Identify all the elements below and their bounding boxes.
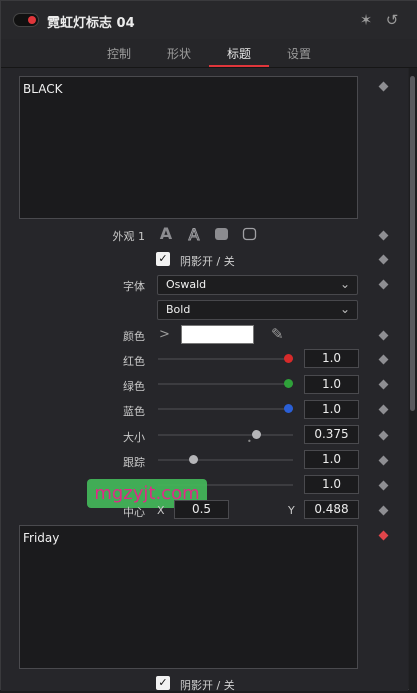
- tracking-label: 跟踪: [123, 456, 145, 469]
- toggle-dot: [28, 16, 36, 24]
- blue-slider-knob[interactable]: [284, 404, 293, 413]
- magic-wand-icon[interactable]: ✶: [356, 10, 376, 30]
- text-fill-icon[interactable]: A: [158, 225, 174, 243]
- shadow-checkbox[interactable]: ✓: [156, 252, 170, 266]
- chevron-down-icon: ⌄: [339, 277, 350, 291]
- font-label: 字体: [123, 280, 145, 293]
- green-value-input[interactable]: 1.0: [304, 375, 359, 394]
- center-y-label: Y: [288, 504, 295, 517]
- rounded-outline-icon[interactable]: [242, 225, 258, 243]
- font-dropdown[interactable]: Oswald ⌄: [157, 275, 358, 295]
- shadow-checkbox-2[interactable]: ✓: [156, 676, 170, 690]
- tab-bar: 控制 形状 标题 设置: [1, 39, 417, 68]
- blue-label: 蓝色: [123, 405, 145, 418]
- green-label: 绿色: [123, 380, 145, 393]
- red-slider-knob[interactable]: [284, 354, 293, 363]
- chevron-down-icon: ⌄: [339, 302, 350, 316]
- blue-value-input[interactable]: 1.0: [304, 400, 359, 419]
- font-weight-dropdown[interactable]: Bold ⌄: [157, 300, 358, 320]
- red-slider-track[interactable]: [158, 358, 293, 360]
- eyedropper-icon[interactable]: ✎: [271, 325, 284, 343]
- inspector-panel: 霓虹灯标志 04 ✶ ↺ 控制 形状 标题 设置 BLACK 外观 1 A A …: [0, 0, 417, 692]
- tab-controls[interactable]: 控制: [89, 45, 149, 62]
- color-swatch[interactable]: [181, 325, 254, 344]
- title-text-input-1[interactable]: BLACK: [19, 76, 358, 219]
- center-x-label: X: [157, 504, 165, 517]
- size-slider-knob[interactable]: [252, 430, 261, 439]
- color-label: 颜色: [123, 330, 145, 343]
- center-label: 中心: [123, 506, 145, 519]
- font-value: Oswald: [166, 278, 207, 291]
- weight-value: Bold: [166, 303, 191, 316]
- expand-color-button[interactable]: >: [159, 327, 170, 342]
- tracking-slider-track[interactable]: [158, 459, 293, 461]
- effect-enable-toggle[interactable]: [13, 13, 39, 27]
- reset-icon[interactable]: ↺: [382, 10, 402, 30]
- tab-title[interactable]: 标题: [209, 45, 269, 62]
- scrollbar-thumb[interactable]: [410, 76, 415, 411]
- svg-text:A: A: [189, 225, 200, 243]
- appearance-label: 外观 1: [112, 230, 146, 243]
- rounded-fill-icon[interactable]: [214, 225, 230, 243]
- text-outline-icon[interactable]: A: [186, 225, 202, 245]
- center-y-input[interactable]: 0.488: [304, 500, 359, 519]
- active-tab-indicator: [209, 65, 269, 67]
- panel-title: 霓虹灯标志 04: [47, 16, 135, 31]
- tracking-value-input[interactable]: 1.0: [304, 450, 359, 469]
- green-slider-knob[interactable]: [284, 379, 293, 388]
- size-value-input[interactable]: 0.375: [304, 425, 359, 444]
- tab-settings[interactable]: 设置: [269, 45, 329, 62]
- panel-header: 霓虹灯标志 04 ✶ ↺: [1, 1, 417, 40]
- title-text-input-2[interactable]: Friday: [19, 525, 358, 669]
- size-label: 大小: [123, 431, 145, 444]
- blue-slider-track[interactable]: [158, 408, 293, 410]
- tab-shape[interactable]: 形状: [149, 45, 209, 62]
- shadow-label-2: 阴影开 / 关: [180, 679, 235, 692]
- center-x-input[interactable]: 0.5: [174, 500, 229, 519]
- shadow-label: 阴影开 / 关: [180, 255, 235, 268]
- size-slider-track[interactable]: [158, 434, 293, 436]
- green-slider-track[interactable]: [158, 383, 293, 385]
- value-input[interactable]: 1.0: [304, 475, 359, 494]
- default-marker-icon: •: [247, 437, 252, 446]
- red-label: 红色: [123, 355, 145, 368]
- tracking-slider-knob[interactable]: [189, 455, 198, 464]
- red-value-input[interactable]: 1.0: [304, 349, 359, 368]
